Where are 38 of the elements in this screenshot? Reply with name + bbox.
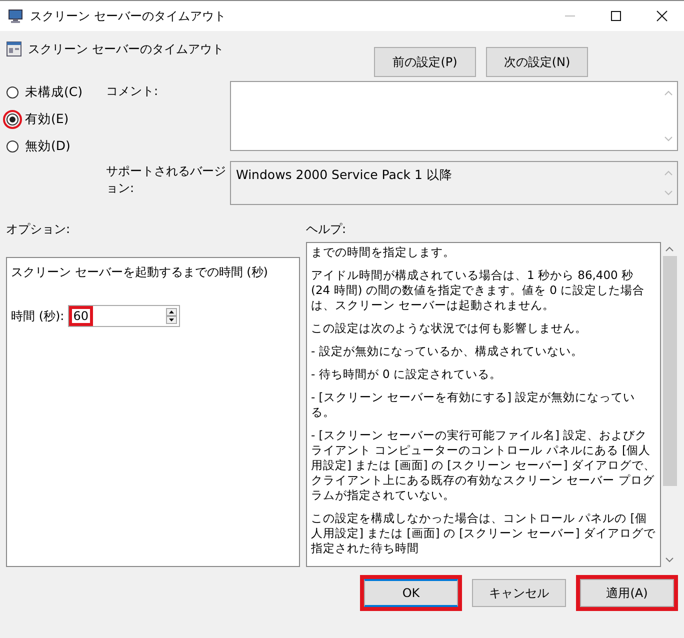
help-paragraph: までの時間を指定します。 xyxy=(311,245,456,260)
help-paragraph: - 設定が無効になっているか、構成されていない。 xyxy=(311,344,584,359)
help-label: ヘルプ: xyxy=(306,221,348,238)
close-icon[interactable] xyxy=(656,10,668,22)
scroll-thumb[interactable] xyxy=(662,256,676,486)
scroll-down-icon[interactable] xyxy=(665,557,674,563)
help-paragraph: - 待ち時間が 0 に設定されている。 xyxy=(311,367,502,382)
radio-option[interactable]: 有効(E) xyxy=(6,110,96,129)
help-paragraph: - [スクリーン セーバーを有効にする] 設定が無効になっている。 xyxy=(311,390,636,420)
dialog-button[interactable]: 適用(A) xyxy=(580,579,674,607)
maximize-icon[interactable] xyxy=(610,10,622,22)
spin-up-icon[interactable] xyxy=(166,308,178,316)
nav-button[interactable]: 次の設定(N) xyxy=(486,47,588,77)
radio-icon[interactable] xyxy=(6,86,19,99)
comment-label: コメント: xyxy=(105,83,160,100)
dialog-button[interactable]: OK xyxy=(364,579,458,607)
time-label: 時間 (秒): xyxy=(11,308,64,324)
help-paragraph: アイドル時間が構成されている場合は、1 秒から 86,400 秒 (24 時間) の間の数値を指定できます。値を 0 に設定した場合は、スクリーン セーバーは起動されません。 xyxy=(311,268,646,313)
supported-label: サポートされるバージョン: xyxy=(105,163,227,197)
policy-icon xyxy=(6,41,22,57)
help-paragraph: - [スクリーン セーバーの実行可能ファイル名] 設定、およびクライアント コンピューターのコントロール パネルにある [個人用設定] または [画面] の [スクリーン セーバー] ダイアログで、クライアント上にある既存の有効なスクリーン セーバー プログラムが指定されていない。 xyxy=(311,428,656,503)
time-spinner[interactable]: 60 xyxy=(68,305,180,327)
nav-button[interactable]: 前の設定(P) xyxy=(374,47,476,77)
scroll-up-icon[interactable] xyxy=(665,246,674,252)
radio-icon[interactable] xyxy=(6,140,19,153)
radio-icon[interactable] xyxy=(6,113,19,126)
help-paragraph: この設定を構成しなかった場合は、コントロール パネルの [個人用設定] または [画面] の [スクリーン セーバー] ダイアログで指定された待ち時間 xyxy=(311,511,656,556)
option-description: スクリーン セーバーを起動するまでの時間 (秒) xyxy=(11,264,269,281)
dialog-button[interactable]: キャンセル xyxy=(472,579,566,607)
radio-option[interactable]: 未構成(C) xyxy=(6,83,96,102)
options-label: オプション: xyxy=(6,221,72,238)
monitor-icon xyxy=(8,8,24,24)
radio-option[interactable]: 無効(D) xyxy=(6,137,96,156)
window-title: スクリーン セーバーのタイムアウト xyxy=(30,8,226,24)
spin-down-icon[interactable] xyxy=(166,316,178,324)
policy-title: スクリーン セーバーのタイムアウト xyxy=(28,41,224,58)
help-paragraph: この設定は次のような状況では何も影響しません。 xyxy=(311,321,588,336)
supported-field: Windows 2000 Service Pack 1 以降 xyxy=(230,161,678,205)
